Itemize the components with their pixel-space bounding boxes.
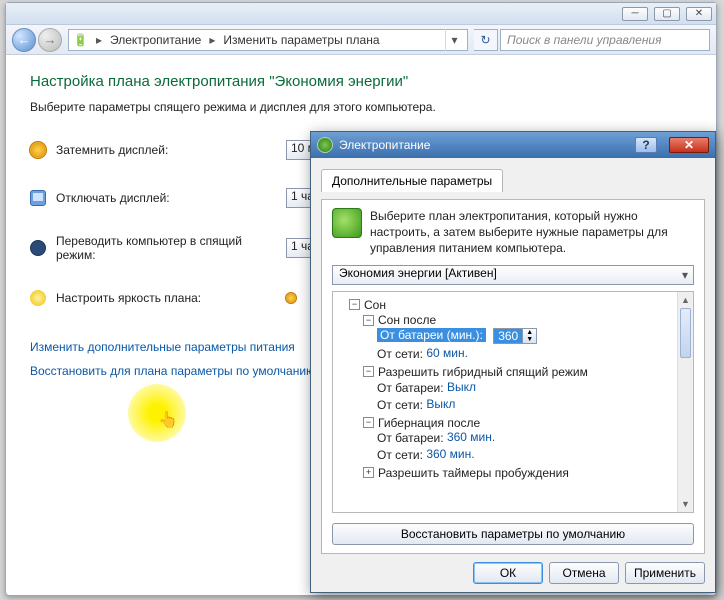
settings-tree[interactable]: −Сон −Сон после От батареи (мин.): 360▲▼	[332, 291, 694, 513]
dim-display-icon	[30, 142, 46, 158]
dialog-close-button[interactable]: ✕	[669, 137, 709, 153]
ok-button[interactable]: ОК	[473, 562, 543, 584]
tree-node-wake-timers[interactable]: Разрешить таймеры пробуждения	[378, 466, 569, 480]
collapse-icon[interactable]: −	[363, 315, 374, 326]
scroll-up-icon[interactable]: ▲	[678, 292, 693, 308]
restore-defaults-button[interactable]: Восстановить параметры по умолчанию	[332, 523, 694, 545]
power-options-icon: 🔋	[73, 33, 88, 47]
apply-button[interactable]: Применить	[625, 562, 705, 584]
power-plan-icon	[317, 137, 333, 153]
collapse-icon[interactable]: −	[349, 299, 360, 310]
plan-selector-combo[interactable]: Экономия энергии [Активен]	[332, 265, 694, 285]
breadcrumb-seg-2[interactable]: Изменить параметры плана	[223, 33, 379, 47]
tree-hib-net-value[interactable]: 360 мин.	[426, 447, 474, 461]
battery-minutes-value[interactable]: 360	[494, 329, 522, 343]
maximize-button[interactable]: ▢	[654, 7, 680, 21]
help-button[interactable]: ?	[635, 137, 657, 153]
tree-net-label: От сети:	[377, 347, 423, 361]
navigation-bar: ← → 🔋 ▸ Электропитание ▸ Изменить параме…	[6, 25, 716, 55]
collapse-icon[interactable]: −	[363, 366, 374, 377]
tree-node-hybrid[interactable]: Разрешить гибридный спящий режим	[378, 365, 588, 379]
tree-hib-batt-value[interactable]: 360 мин.	[447, 430, 495, 444]
tree-node-sleep-after[interactable]: Сон после	[378, 313, 436, 327]
tree-hybrid-batt-value[interactable]: Выкл	[447, 380, 476, 394]
refresh-button[interactable]: ↻	[474, 29, 498, 51]
tree-hybrid-net-value[interactable]: Выкл	[426, 397, 455, 411]
tree-scrollbar[interactable]: ▲ ▼	[677, 292, 693, 512]
scroll-down-icon[interactable]: ▼	[678, 496, 693, 512]
dialog-titlebar[interactable]: Электропитание ? ✕	[311, 132, 715, 158]
tab-advanced[interactable]: Дополнительные параметры	[321, 169, 503, 192]
tree-node-hibernate[interactable]: Гибернация после	[378, 415, 480, 429]
tab-strip: Дополнительные параметры	[321, 168, 705, 191]
breadcrumb-seg-1[interactable]: Электропитание	[110, 33, 201, 47]
minimize-button[interactable]: ─	[622, 7, 648, 21]
tree-hybrid-net-label: От сети:	[377, 398, 423, 412]
turn-off-display-label: Отключать дисплей:	[56, 191, 276, 205]
battery-icon	[332, 208, 362, 238]
sleep-icon	[30, 240, 46, 256]
dim-display-label: Затемнить дисплей:	[56, 143, 276, 157]
brightness-label: Настроить яркость плана:	[56, 291, 276, 305]
tree-hib-net-label: От сети:	[377, 448, 423, 462]
tree-hib-batt-label: От батареи:	[377, 431, 444, 445]
dialog-title: Электропитание	[339, 138, 629, 152]
tab-panel: Выберите план электропитания, который ну…	[321, 199, 705, 554]
chevron-right-icon: ▸	[94, 33, 104, 47]
chevron-right-icon: ▸	[207, 33, 217, 47]
power-options-dialog: Электропитание ? ✕ Дополнительные параме…	[310, 131, 716, 593]
page-title: Настройка плана электропитания "Экономия…	[30, 73, 692, 90]
tree-node-sleep[interactable]: Сон	[364, 297, 386, 311]
brightness-min-icon	[286, 293, 296, 303]
dialog-button-row: ОК Отмена Применить	[321, 562, 705, 584]
brightness-icon	[30, 290, 46, 306]
forward-button: →	[38, 28, 62, 52]
back-button[interactable]: ←	[12, 28, 36, 52]
search-input[interactable]: Поиск в панели управления	[500, 29, 710, 51]
page-subtitle: Выберите параметры спящего режима и дисп…	[30, 100, 692, 114]
turn-off-display-icon	[30, 190, 46, 206]
search-placeholder: Поиск в панели управления	[507, 33, 662, 47]
cancel-button[interactable]: Отмена	[549, 562, 619, 584]
close-button[interactable]: ✕	[686, 7, 712, 21]
tree-hybrid-batt-label: От батареи:	[377, 381, 444, 395]
battery-minutes-spinner[interactable]: 360▲▼	[493, 328, 537, 344]
collapse-icon[interactable]: −	[363, 417, 374, 428]
sleep-label: Переводить компьютер в спящий режим:	[56, 234, 276, 262]
scroll-thumb[interactable]	[680, 308, 691, 358]
address-bar[interactable]: 🔋 ▸ Электропитание ▸ Изменить параметры …	[68, 29, 468, 51]
tree-net-value[interactable]: 60 мин.	[426, 346, 468, 360]
address-dropdown[interactable]: ▾	[445, 29, 463, 51]
expand-icon[interactable]: +	[363, 467, 374, 478]
spinner-buttons[interactable]: ▲▼	[522, 329, 536, 343]
tree-battery-minutes-label[interactable]: От батареи (мин.):	[377, 328, 486, 342]
dialog-info-text: Выберите план электропитания, который ну…	[370, 208, 694, 257]
window-titlebar[interactable]: ─ ▢ ✕	[6, 3, 716, 25]
